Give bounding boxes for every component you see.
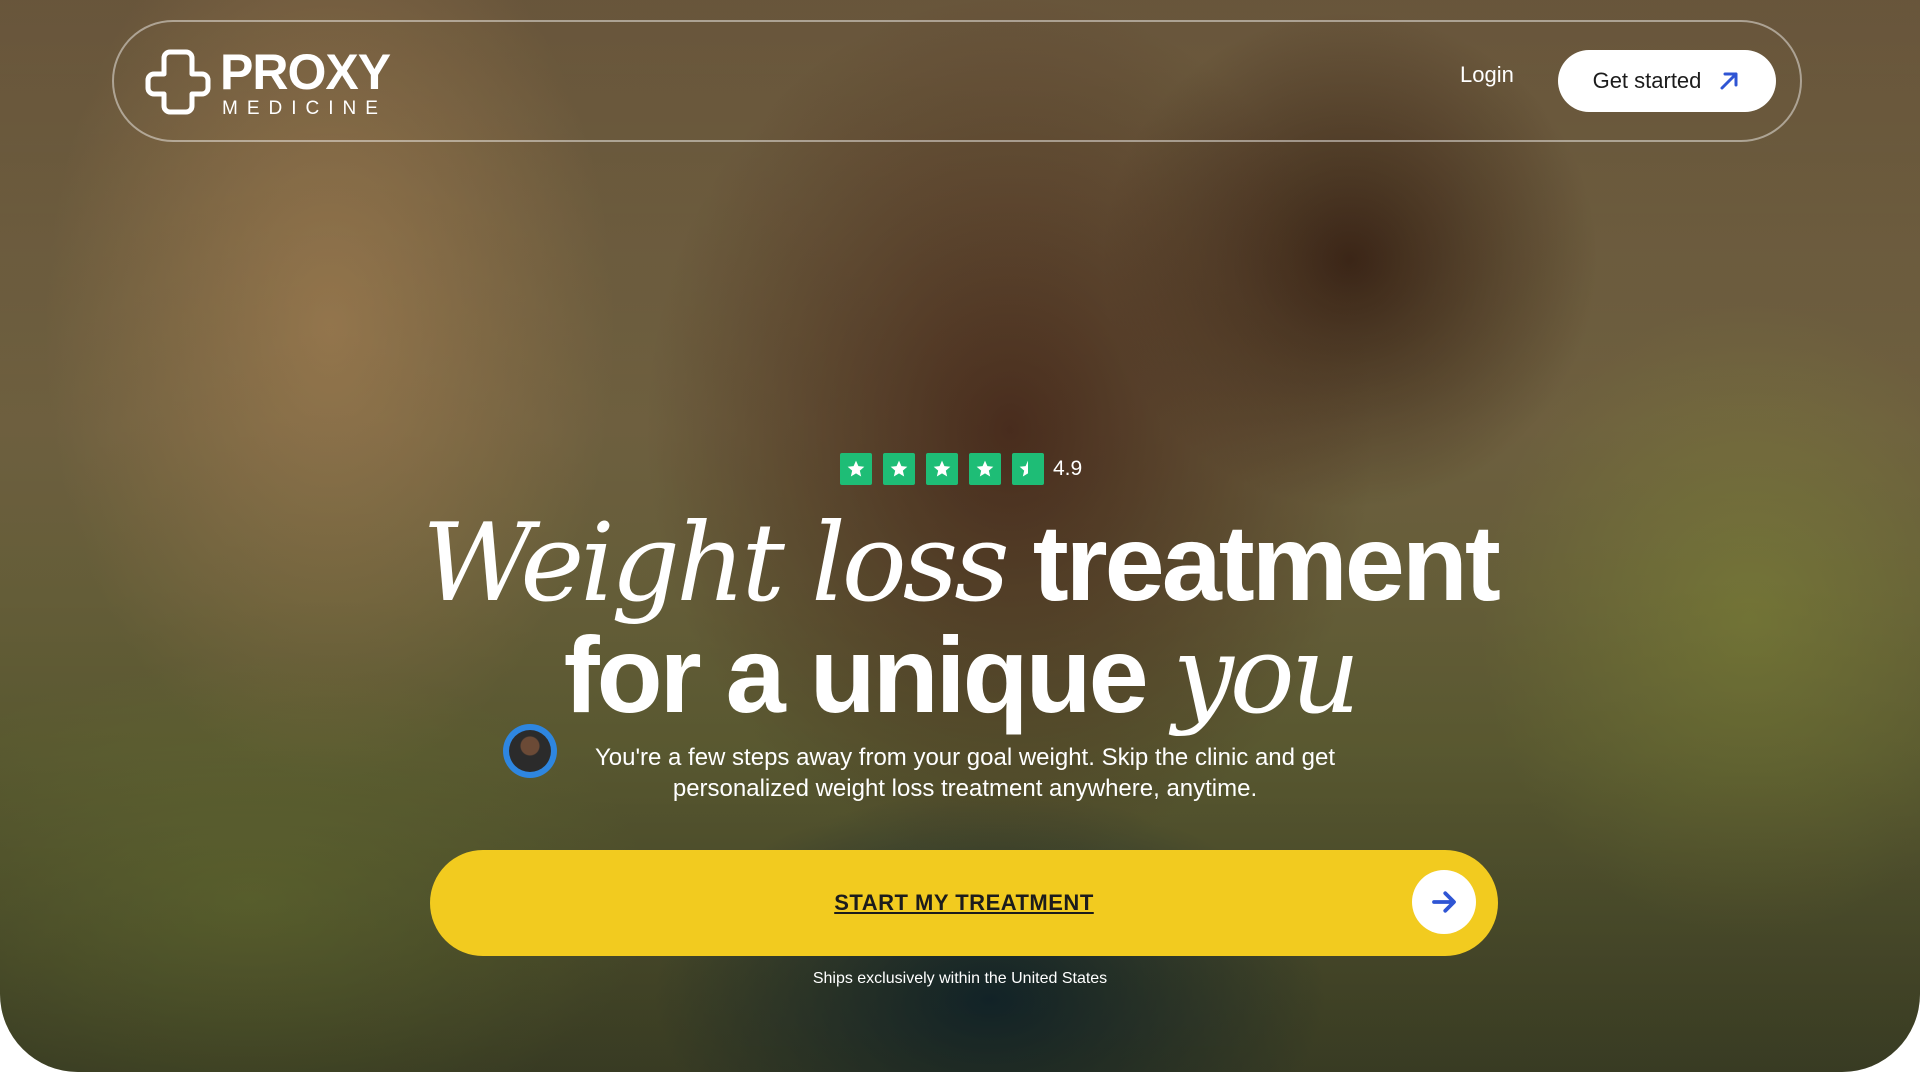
- shipping-note: Ships exclusively within the United Stat…: [812, 970, 1108, 987]
- headline-italic-text: Weight loss: [422, 501, 1009, 626]
- half-star-icon: [1012, 453, 1044, 485]
- star-icon: [926, 453, 958, 485]
- star-icon: [883, 453, 915, 485]
- headline-line-1: Weight loss treatment: [0, 500, 1920, 626]
- medical-cross-icon: [142, 46, 214, 118]
- get-started-button[interactable]: Get started: [1558, 50, 1776, 112]
- rating-widget: 4.9: [840, 453, 1082, 485]
- arrow-up-right-icon: [1717, 69, 1741, 93]
- headline-bold-text: treatment: [1032, 502, 1501, 623]
- hero-subtext: You're a few steps away from your goal w…: [594, 744, 1336, 802]
- login-link[interactable]: Login: [1460, 62, 1514, 88]
- headline-italic-text: you: [1172, 613, 1361, 738]
- avatar: [503, 724, 557, 778]
- brand-tagline: MEDICINE: [222, 97, 387, 119]
- brand-logo[interactable]: PROXY MEDICINE: [142, 43, 391, 119]
- navbar: PROXY MEDICINE Login Get started: [112, 20, 1802, 142]
- brand-name: PROXY: [220, 43, 391, 100]
- arrow-right-icon: [1412, 870, 1476, 934]
- headline-line-2: for a unique you: [0, 612, 1920, 738]
- star-icon: [840, 453, 872, 485]
- star-icon: [969, 453, 1001, 485]
- avatar-photo: [509, 730, 551, 772]
- hero-background: PROXY MEDICINE Login Get started 4.9 Wei…: [0, 0, 1920, 1072]
- start-treatment-label: START MY TREATMENT: [834, 890, 1094, 915]
- start-treatment-button[interactable]: START MY TREATMENT: [430, 850, 1498, 956]
- rating-value: 4.9: [1053, 457, 1083, 480]
- headline-bold-text: for a unique: [563, 614, 1149, 735]
- get-started-label: Get started: [1592, 68, 1702, 93]
